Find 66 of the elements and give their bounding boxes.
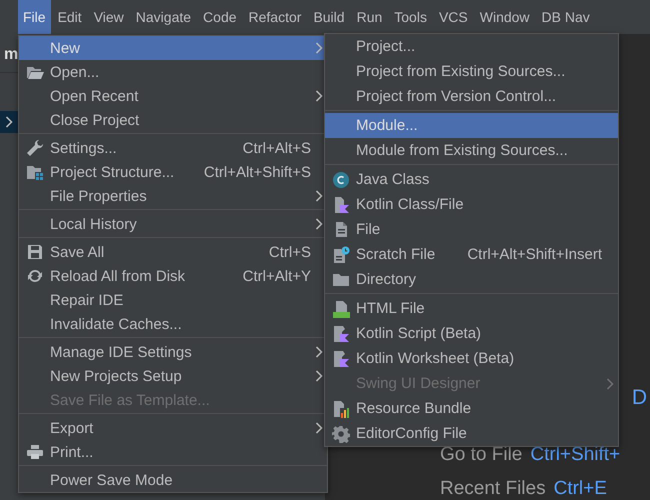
kotlin-script-icon (332, 324, 350, 342)
menu-item[interactable]: Module... (325, 113, 618, 138)
menu-item[interactable]: Kotlin Class/File (325, 192, 618, 217)
menu[interactable]: Edit (52, 0, 87, 34)
bundle-chart-icon (332, 400, 350, 418)
reload-icon (26, 268, 42, 284)
menu-item[interactable]: Resource Bundle (325, 396, 618, 421)
hint-text: D (632, 386, 647, 410)
menu-item[interactable]: Project... (325, 34, 618, 59)
hint-label: Recent Files (440, 478, 546, 500)
menu[interactable]: Run (352, 0, 388, 34)
menu-item[interactable]: Repair IDE (19, 288, 327, 312)
open-folder-icon (26, 65, 44, 79)
menu[interactable]: Build (308, 0, 350, 34)
menu-item[interactable]: New (19, 36, 327, 60)
hint-label: Go to File (440, 444, 522, 466)
menu-item[interactable]: Project from Existing Sources... (325, 59, 618, 84)
folder-icon (332, 272, 350, 287)
menu[interactable]: Navigate (130, 0, 196, 34)
menu-item[interactable]: Local History (19, 212, 327, 236)
menu-item[interactable]: Kotlin Worksheet (Beta) (325, 346, 618, 371)
menu-item[interactable]: Scratch File Ctrl+Alt+Shift+Insert (325, 242, 618, 267)
menu-item[interactable]: Manage IDE Settings (19, 340, 327, 364)
menu[interactable]: Refactor (244, 0, 306, 34)
menu-item[interactable]: EditorConfig File (325, 421, 618, 446)
html-file-icon (332, 300, 350, 318)
menu-item[interactable]: Module from Existing Sources... (325, 138, 618, 163)
menu-item[interactable]: Directory (325, 267, 618, 292)
menu[interactable]: View (88, 0, 129, 34)
class-circle-icon (332, 170, 350, 188)
menu[interactable]: DB Nav (536, 0, 595, 34)
menu-item[interactable]: Project from Version Control... (325, 84, 618, 109)
menu-item[interactable]: Export (19, 416, 327, 440)
menu-item[interactable]: Open Recent (19, 84, 327, 108)
menu-item[interactable]: Settings... Ctrl+Alt+S (19, 136, 327, 160)
menu-item[interactable]: Project Structure... Ctrl+Alt+Shift+S (19, 160, 327, 184)
menu-item[interactable]: Kotlin Script (Beta) (325, 321, 618, 346)
kotlin-script-icon (332, 350, 350, 368)
menu-item[interactable]: HTML File (325, 296, 618, 321)
printer-icon (26, 444, 44, 460)
menu[interactable]: Tools (389, 0, 432, 34)
menu-item[interactable]: New Projects Setup (19, 364, 327, 388)
hint-shortcut: Ctrl+E (554, 478, 607, 500)
menu-item[interactable]: Save All Ctrl+S (19, 240, 327, 264)
menu-item[interactable]: Print... (19, 440, 327, 464)
hint-shortcut: Ctrl+Shift+ (530, 444, 620, 466)
tree-row[interactable] (0, 111, 18, 133)
menu[interactable]: VCS (434, 0, 473, 34)
chevron-icon (5, 116, 13, 128)
project-title: m (4, 46, 18, 63)
menu-item[interactable]: File Properties (19, 184, 327, 208)
menu[interactable]: Window (474, 0, 535, 34)
menu-item[interactable]: File (325, 217, 618, 242)
menu-item[interactable]: Close Project (19, 108, 327, 132)
folder-grid-icon (26, 164, 44, 180)
gear-icon (332, 424, 350, 442)
menu-item[interactable]: Open... (19, 60, 327, 84)
menu-item[interactable]: Reload All from Disk Ctrl+Alt+Y (19, 264, 327, 288)
menu[interactable]: File (18, 0, 51, 34)
save-icon (26, 244, 42, 260)
menu-item[interactable]: Java Class (325, 167, 618, 192)
scratch-file-icon (332, 246, 350, 264)
wrench-icon (26, 139, 44, 157)
menu-item[interactable]: Power Save Mode (19, 468, 327, 492)
menu[interactable]: Code (198, 0, 242, 34)
menu-item[interactable]: Invalidate Caches... (19, 312, 327, 336)
